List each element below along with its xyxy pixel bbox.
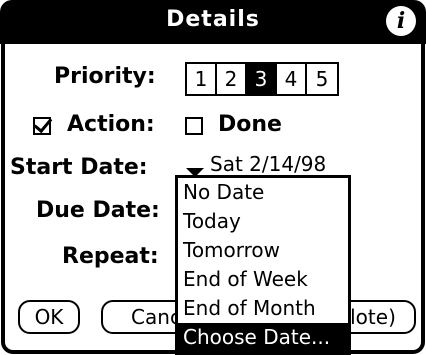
dialog-title: Details	[166, 7, 260, 32]
menu-item-today[interactable]: Today	[178, 207, 348, 236]
due-date-label: Due Date:	[36, 198, 160, 223]
dialog-titlebar: Details i	[0, 0, 426, 44]
priority-4-button[interactable]: 4	[277, 64, 307, 94]
start-date-label: Start Date:	[10, 155, 148, 180]
priority-label: Priority:	[54, 64, 156, 89]
priority-1-button[interactable]: 1	[187, 64, 217, 94]
done-checkbox[interactable]	[185, 117, 203, 135]
priority-selector: 1 2 3 4 5	[185, 62, 339, 96]
ok-button[interactable]: OK	[18, 300, 80, 334]
priority-5-button[interactable]: 5	[307, 64, 337, 94]
action-label[interactable]: Action:	[67, 112, 155, 137]
menu-item-no-date[interactable]: No Date	[178, 178, 348, 207]
priority-2-button[interactable]: 2	[217, 64, 247, 94]
info-icon[interactable]: i	[386, 6, 416, 36]
start-date-value[interactable]: Sat 2/14/98	[210, 152, 326, 176]
menu-item-end-of-week[interactable]: End of Week	[178, 265, 348, 294]
priority-3-button[interactable]: 3	[247, 64, 277, 94]
action-checkbox[interactable]	[33, 117, 51, 135]
menu-item-choose-date[interactable]: Choose Date...	[178, 323, 348, 352]
menu-item-tomorrow[interactable]: Tomorrow	[178, 236, 348, 265]
repeat-label: Repeat:	[62, 244, 159, 269]
menu-item-end-of-month[interactable]: End of Month	[178, 294, 348, 323]
date-popup-menu: No Date Today Tomorrow End of Week End o…	[175, 175, 351, 355]
done-label[interactable]: Done	[218, 112, 282, 137]
